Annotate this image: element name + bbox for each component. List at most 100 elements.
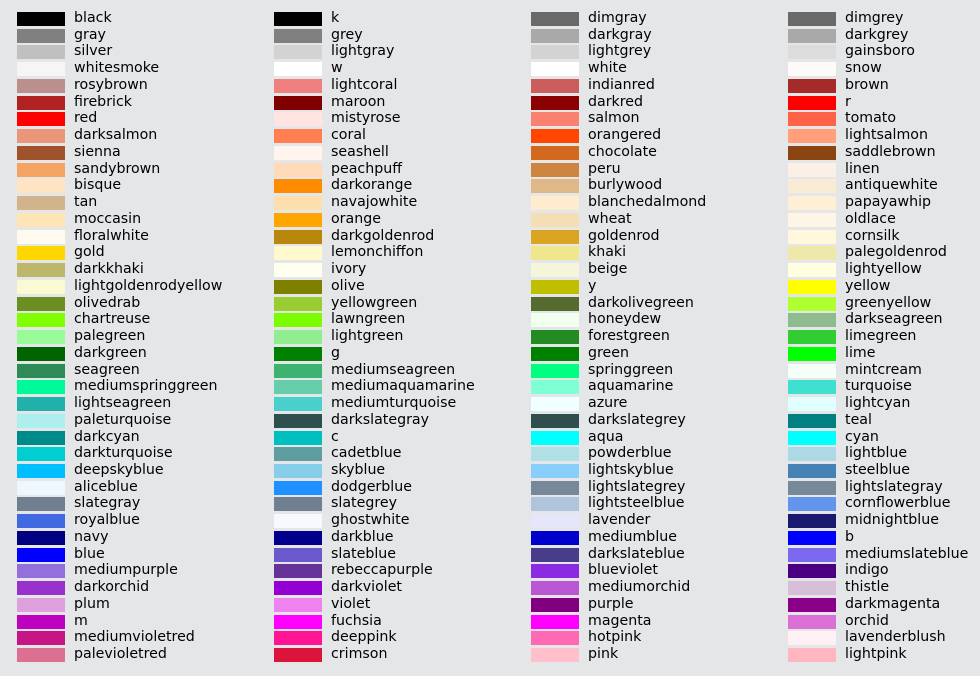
color-swatch	[17, 430, 65, 445]
color-swatch	[17, 564, 65, 579]
color-entry: midnightblue	[788, 513, 980, 531]
color-swatch	[788, 480, 836, 495]
color-name-label: purple	[588, 595, 634, 612]
color-entry: sandybrown	[17, 161, 257, 180]
color-entry: ivory	[274, 262, 514, 280]
color-swatch	[274, 530, 322, 545]
color-name-label: darkblue	[331, 528, 394, 545]
color-name-label: darkslategrey	[588, 411, 686, 428]
color-entry: darkviolet	[274, 580, 514, 598]
color-name-label: olivedrab	[74, 294, 141, 311]
color-swatch	[531, 145, 579, 160]
color-swatch	[274, 196, 322, 211]
color-name-label: sienna	[74, 143, 121, 160]
color-name-label: forestgreen	[588, 328, 670, 345]
color-entry: hotpink	[531, 629, 771, 648]
color-name-label: mintcream	[845, 361, 922, 378]
color-name-label: goldenrod	[588, 227, 660, 244]
color-name-label: darkmagenta	[845, 595, 941, 612]
color-swatch	[274, 313, 322, 328]
color-name-label: firebrick	[74, 93, 132, 110]
color-swatch	[531, 581, 579, 596]
color-name-label: chartreuse	[74, 311, 151, 328]
color-name-label: navy	[74, 528, 109, 545]
color-swatch	[788, 413, 836, 428]
color-swatch	[788, 196, 836, 211]
color-entry: lightgray	[274, 44, 514, 62]
color-name-label: lightblue	[845, 445, 908, 462]
color-swatch	[17, 480, 65, 495]
color-swatch	[531, 212, 579, 227]
color-swatch	[788, 380, 836, 395]
color-entry: floralwhite	[17, 228, 257, 247]
color-name-label: lawngreen	[331, 311, 406, 328]
color-swatch	[531, 95, 579, 110]
color-name-label: darkorange	[331, 177, 413, 194]
color-swatch	[274, 514, 322, 529]
color-name-label: mediumvioletred	[74, 629, 195, 646]
color-name-label: darkred	[588, 93, 644, 110]
color-swatch	[531, 246, 579, 261]
color-swatch	[274, 497, 322, 512]
color-name-label: seashell	[331, 143, 389, 160]
color-entry: lightgrey	[531, 44, 771, 62]
color-swatch	[17, 363, 65, 378]
color-name-label: slateblue	[331, 545, 396, 562]
color-swatch	[788, 246, 836, 261]
color-name-label: lightslategray	[845, 478, 943, 495]
color-swatch	[531, 564, 579, 579]
color-name-label: darkorchid	[74, 579, 150, 596]
color-swatch	[17, 279, 65, 294]
color-swatch	[274, 463, 322, 478]
color-swatch	[274, 397, 322, 412]
color-entry: lightcoral	[274, 77, 514, 96]
color-swatch	[788, 45, 836, 60]
color-swatch	[274, 547, 322, 562]
color-name-label: chocolate	[588, 143, 657, 160]
color-swatch	[274, 129, 322, 144]
color-name-label: rebeccapurple	[331, 562, 433, 579]
color-name-label: mediumseagreen	[331, 361, 456, 378]
color-name-label: palegreen	[74, 328, 146, 345]
color-swatch	[17, 162, 65, 177]
color-entry: forestgreen	[531, 328, 771, 347]
color-entry: chocolate	[531, 143, 771, 163]
color-name-label: teal	[845, 411, 872, 428]
color-name-label: brown	[845, 76, 889, 93]
color-swatch	[531, 45, 579, 60]
color-name-label: mistyrose	[331, 110, 401, 127]
color-entry: bisque	[17, 178, 257, 196]
color-swatch	[274, 480, 322, 495]
color-name-label: blueviolet	[588, 562, 658, 579]
color-swatch	[17, 145, 65, 160]
color-entry: lightsteelblue	[531, 496, 771, 514]
color-swatch	[531, 129, 579, 144]
color-name-label: darkturquoise	[74, 445, 173, 462]
color-swatch	[531, 346, 579, 361]
color-name-label: hotpink	[588, 629, 642, 646]
color-swatch	[788, 463, 836, 478]
color-entry: gainsboro	[788, 44, 980, 62]
color-name-label: azure	[588, 395, 628, 412]
color-name-label: rosybrown	[74, 76, 148, 93]
color-name-label: lightgreen	[331, 328, 404, 345]
color-entry: cadetblue	[274, 446, 514, 464]
color-entry: darkslategrey	[531, 411, 771, 431]
color-name-label: lemonchiffon	[331, 244, 424, 261]
color-name-label: salmon	[588, 110, 640, 127]
color-name-label: peru	[588, 160, 621, 177]
color-swatch	[17, 597, 65, 612]
color-swatch	[788, 313, 836, 328]
color-swatch	[274, 95, 322, 110]
color-swatch	[17, 547, 65, 562]
color-swatch	[274, 564, 322, 579]
color-swatch	[531, 263, 579, 278]
color-name-label: g	[331, 344, 341, 361]
color-swatch	[788, 648, 836, 663]
color-name-label: khaki	[588, 244, 627, 261]
color-name-label: royalblue	[74, 512, 140, 529]
color-entry: palevioletred	[17, 647, 257, 665]
color-entry: darksalmon	[17, 128, 257, 146]
color-name-label: blue	[74, 545, 105, 562]
color-swatch	[531, 614, 579, 629]
